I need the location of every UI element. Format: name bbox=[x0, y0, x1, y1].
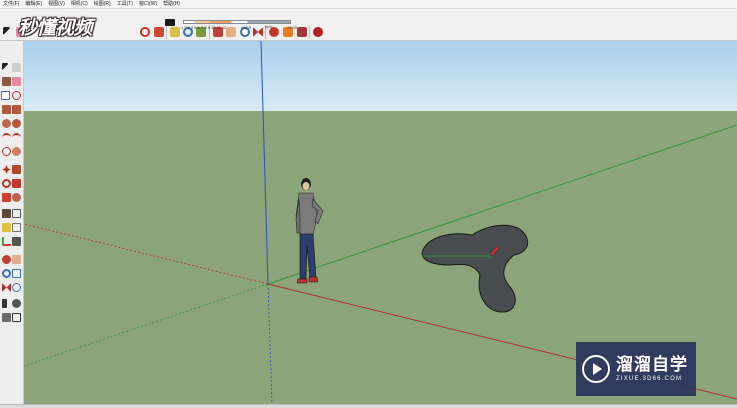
tool-palette bbox=[0, 41, 24, 408]
rotate-tool-icon[interactable] bbox=[2, 179, 11, 188]
shadow-toggle-icon[interactable] bbox=[165, 19, 175, 26]
position-camera-icon[interactable] bbox=[2, 299, 7, 308]
sketchup-window: 文件(F) 编辑(E) 视图(V) 相机(C) 绘图(R) 工具(T) 窗口(W… bbox=[0, 0, 737, 408]
menu-view[interactable]: 视图(V) bbox=[45, 0, 68, 9]
push-pull-icon[interactable] bbox=[12, 165, 21, 174]
toolbar-separator bbox=[309, 25, 310, 39]
menu-tools[interactable]: 工具(T) bbox=[114, 0, 136, 9]
video-brand-logo: 秒懂视频 bbox=[18, 10, 93, 42]
text-icon[interactable] bbox=[12, 223, 21, 232]
line-tool-icon[interactable] bbox=[1, 91, 10, 100]
menu-bar: 文件(F) 编辑(E) 视图(V) 相机(C) 绘图(R) 工具(T) 窗口(W… bbox=[0, 0, 737, 9]
prev-view-icon[interactable] bbox=[12, 283, 21, 292]
menu-edit[interactable]: 编辑(E) bbox=[22, 0, 45, 9]
section-plane-icon[interactable] bbox=[12, 313, 21, 322]
menu-camera[interactable]: 相机(C) bbox=[68, 0, 91, 9]
freehand-shape[interactable] bbox=[421, 224, 529, 313]
site-watermark: 溜溜自学 ZIXUE.3D66.COM bbox=[576, 342, 696, 396]
pie-icon[interactable] bbox=[12, 147, 21, 156]
zoom-ext-icon[interactable] bbox=[2, 283, 11, 292]
component-icon[interactable] bbox=[12, 63, 21, 72]
circle-icon[interactable] bbox=[2, 119, 11, 128]
follow-me-icon[interactable] bbox=[12, 179, 21, 188]
axes-icon[interactable] bbox=[2, 237, 11, 246]
eraser-tool-icon[interactable] bbox=[12, 77, 21, 86]
dimension-tool-icon[interactable] bbox=[12, 209, 21, 218]
shadow-time-labels: 06:33 中午 17:00 bbox=[241, 25, 297, 31]
watermark-title: 溜溜自学 bbox=[616, 355, 688, 375]
shadow-time-mid: 中午 bbox=[265, 25, 273, 30]
shadow-time-end: 17:00 bbox=[286, 25, 297, 30]
arc-2pt-icon[interactable] bbox=[12, 133, 21, 142]
arc-icon[interactable] bbox=[2, 133, 11, 142]
move-icon[interactable] bbox=[2, 165, 11, 174]
paint-icon[interactable] bbox=[2, 77, 11, 86]
brand-logo-text: 秒懂视频 bbox=[18, 16, 93, 39]
watermark-text: 溜溜自学 ZIXUE.3D66.COM bbox=[616, 355, 688, 383]
arc-3pt-icon[interactable] bbox=[2, 147, 11, 156]
polygon-icon[interactable] bbox=[12, 119, 21, 128]
tape-icon[interactable] bbox=[2, 209, 11, 218]
walk-icon[interactable] bbox=[2, 313, 11, 322]
pan-tool-icon[interactable] bbox=[12, 255, 21, 264]
menu-window[interactable]: 窗口(W) bbox=[136, 0, 160, 9]
shadow-time-start: 06:33 bbox=[241, 25, 252, 30]
select-tool-icon[interactable] bbox=[3, 27, 10, 36]
extension-icon[interactable] bbox=[313, 27, 323, 37]
scale-icon[interactable] bbox=[2, 193, 11, 202]
paint-bucket-icon[interactable] bbox=[154, 27, 164, 37]
rotate-icon[interactable] bbox=[140, 27, 150, 37]
watermark-url: ZIXUE.3D66.COM bbox=[616, 376, 683, 382]
menu-draw[interactable]: 绘图(R) bbox=[91, 0, 114, 9]
play-circle-icon bbox=[582, 355, 610, 383]
select-icon[interactable] bbox=[2, 63, 8, 72]
rectangle-icon[interactable] bbox=[2, 105, 11, 114]
offset-icon[interactable] bbox=[12, 193, 21, 202]
shadow-date-slider[interactable] bbox=[183, 20, 291, 24]
status-bar bbox=[0, 404, 737, 408]
zoom-win-icon[interactable] bbox=[12, 269, 21, 278]
3d-text-icon[interactable] bbox=[12, 237, 21, 246]
blue-axis-dashed bbox=[267, 283, 273, 404]
protractor-icon[interactable] bbox=[2, 223, 11, 232]
rotated-rect-icon[interactable] bbox=[12, 105, 21, 114]
zoom-tool-icon[interactable] bbox=[2, 269, 11, 278]
shadow-settings: 1 2 3 4 5 6 7 8 9 10 11 12 06:33 中午 17:0… bbox=[165, 19, 305, 34]
menu-help[interactable]: 帮助(H) bbox=[160, 0, 183, 9]
orbit-tool-icon[interactable] bbox=[2, 255, 11, 264]
blue-axis bbox=[260, 41, 269, 285]
main-toolbar: 1 2 3 4 5 6 7 8 9 10 11 12 06:33 中午 17:0… bbox=[0, 9, 737, 41]
freehand-icon[interactable] bbox=[12, 91, 21, 100]
menu-file[interactable]: 文件(F) bbox=[0, 0, 22, 9]
green-axis-dashed bbox=[24, 283, 269, 367]
red-axis-dashed bbox=[24, 223, 269, 285]
look-around-icon[interactable] bbox=[12, 299, 21, 308]
shadow-month-ticks: 1 2 3 4 5 6 7 8 9 10 11 12 bbox=[181, 25, 227, 30]
